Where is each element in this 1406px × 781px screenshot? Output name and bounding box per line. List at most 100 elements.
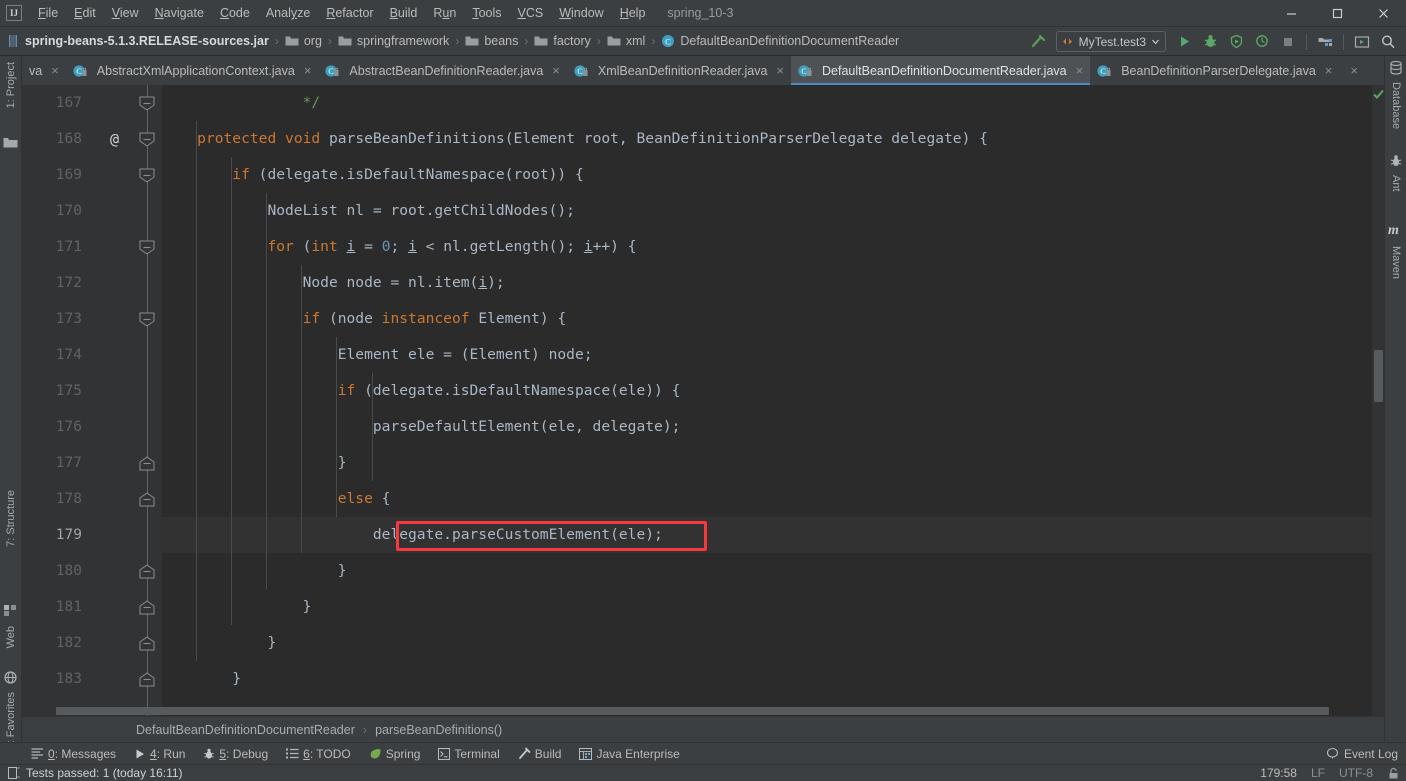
menu-item-edit[interactable]: Edit	[66, 3, 104, 23]
run-button[interactable]	[1172, 30, 1196, 54]
code-line[interactable]: }	[162, 661, 1384, 697]
fold-region-end-icon[interactable]	[139, 636, 156, 651]
code-line[interactable]: */	[162, 85, 1384, 121]
bottom-tool-0-messages[interactable]: 0: Messages	[22, 747, 125, 761]
code-line[interactable]: for (int i = 0; i < nl.getLength(); i++)…	[162, 229, 1384, 265]
code-text-area[interactable]: */ protected void parseBeanDefinitions(E…	[162, 85, 1384, 716]
fold-region-end-icon[interactable]	[139, 456, 156, 471]
fold-region-start-icon[interactable]	[139, 168, 156, 183]
menu-item-help[interactable]: Help	[612, 3, 654, 23]
line-number[interactable]: 170	[22, 193, 97, 229]
code-line[interactable]: parseDefaultElement(ele, delegate);	[162, 409, 1384, 445]
line-number[interactable]: 174	[22, 337, 97, 373]
sidebar-item-maven[interactable]: Maven	[1385, 242, 1406, 283]
bottom-tool-java-enterprise[interactable]: Java Enterprise	[570, 747, 688, 761]
line-number[interactable]: 173	[22, 301, 97, 337]
sidebar-item-structure[interactable]: 7: Structure	[0, 486, 22, 551]
code-line[interactable]: }	[162, 553, 1384, 589]
code-line[interactable]: if (delegate.isDefaultNamespace(ele)) {	[162, 373, 1384, 409]
bottom-tool-6-todo[interactable]: 6: TODO	[277, 747, 360, 761]
close-tab-icon[interactable]: ×	[776, 63, 784, 78]
code-line[interactable]: delegate.parseCustomElement(ele);	[162, 517, 1384, 553]
line-number[interactable]: 180	[22, 553, 97, 589]
bottom-tool-5-debug[interactable]: 5: Debug	[194, 747, 277, 761]
editor-tab-4[interactable]: C DefaultBeanDefinitionDocumentReader.jav…	[791, 56, 1091, 85]
breadcrumb-item-2[interactable]: springframework	[338, 34, 449, 48]
line-number[interactable]: 175	[22, 373, 97, 409]
editor-tab-3[interactable]: C XmlBeanDefinitionReader.java ×	[567, 56, 791, 85]
editor-gutter[interactable]: 167 168 169 170 171 172 173 174 175 176 177 178 179 1…	[22, 85, 162, 716]
search-icon[interactable]	[1376, 30, 1400, 54]
file-encoding[interactable]: UTF-8	[1339, 766, 1373, 780]
profiler-button[interactable]	[1250, 30, 1274, 54]
editor-tab-5[interactable]: C BeanDefinitionParserDelegate.java ×	[1090, 56, 1339, 85]
horizontal-scrollbar[interactable]	[22, 706, 1372, 716]
line-separator[interactable]: LF	[1311, 766, 1325, 780]
read-only-icon[interactable]	[1387, 767, 1400, 780]
close-tab-icon[interactable]: ×	[51, 63, 59, 78]
close-tab-icon[interactable]: ×	[1325, 63, 1333, 78]
menu-item-refactor[interactable]: Refactor	[318, 3, 381, 23]
line-number[interactable]: 176	[22, 409, 97, 445]
breadcrumb-item-0[interactable]: spring-beans-5.1.3.RELEASE-sources.jar	[6, 34, 269, 48]
code-line[interactable]: }	[162, 589, 1384, 625]
fold-region-end-icon[interactable]	[139, 600, 156, 615]
update-icon[interactable]	[1350, 30, 1374, 54]
debug-button[interactable]	[1198, 30, 1222, 54]
breadcrumb-item-4[interactable]: factory	[534, 34, 591, 48]
bottom-tool-terminal[interactable]: Terminal	[429, 747, 508, 761]
code-line[interactable]: NodeList nl = root.getChildNodes();	[162, 193, 1384, 229]
code-line[interactable]: Node node = nl.item(i);	[162, 265, 1384, 301]
menu-item-file[interactable]: File	[30, 3, 66, 23]
code-line[interactable]: if (delegate.isDefaultNamespace(root)) {	[162, 157, 1384, 193]
code-line[interactable]: protected void parseBeanDefinitions(Elem…	[162, 121, 1384, 157]
fold-region-end-icon[interactable]	[139, 492, 156, 507]
editor-breadcrumb[interactable]: DefaultBeanDefinitionDocumentReader › pa…	[22, 716, 1384, 742]
menu-item-code[interactable]: Code	[212, 3, 258, 23]
annotation-marker-icon[interactable]: @	[110, 121, 119, 157]
line-number[interactable]: 182	[22, 625, 97, 661]
menu-item-navigate[interactable]: Navigate	[147, 3, 212, 23]
breadcrumb-item-3[interactable]: beans	[465, 34, 518, 48]
fold-region-start-icon[interactable]	[139, 96, 156, 111]
editor-tab-0[interactable]: va ×	[22, 56, 66, 85]
breadcrumb-item-1[interactable]: org	[285, 34, 322, 48]
vertical-scrollbar-thumb[interactable]	[1374, 350, 1383, 402]
line-number[interactable]: 172	[22, 265, 97, 301]
build-hammer-icon[interactable]	[1026, 30, 1050, 54]
minimize-button[interactable]	[1268, 0, 1314, 27]
line-number[interactable]: 171	[22, 229, 97, 265]
fold-region-start-icon[interactable]	[139, 132, 156, 147]
fold-region-end-icon[interactable]	[139, 564, 156, 579]
event-log-button[interactable]: Event Log	[1326, 747, 1398, 761]
fold-region-start-icon[interactable]	[139, 312, 156, 327]
run-with-coverage-button[interactable]	[1224, 30, 1248, 54]
line-number[interactable]: 181	[22, 589, 97, 625]
line-number[interactable]: 177	[22, 445, 97, 481]
close-tab-icon[interactable]: ×	[552, 63, 560, 78]
menu-item-run[interactable]: Run	[425, 3, 464, 23]
project-structure-button[interactable]	[1313, 30, 1337, 54]
breadcrumb-item-5[interactable]: xml	[607, 34, 645, 48]
menu-item-build[interactable]: Build	[382, 3, 426, 23]
horizontal-scrollbar-thumb[interactable]	[56, 707, 1329, 715]
sidebar-item-web[interactable]: Web	[0, 622, 22, 652]
code-line[interactable]: }	[162, 625, 1384, 661]
bottom-tool-build[interactable]: Build	[509, 747, 571, 761]
line-number[interactable]: 179	[22, 517, 97, 553]
menu-item-tools[interactable]: Tools	[464, 3, 509, 23]
close-all-tabs-icon[interactable]: ×	[1339, 56, 1365, 85]
breadcrumb-item-6[interactable]: C DefaultBeanDefinitionDocumentReader	[661, 34, 899, 48]
menu-item-analyze[interactable]: Analyze	[258, 3, 318, 23]
close-tab-icon[interactable]: ×	[304, 63, 312, 78]
editor-tab-2[interactable]: C AbstractBeanDefinitionReader.java ×	[318, 56, 566, 85]
caret-position[interactable]: 179:58	[1260, 766, 1297, 780]
editor-tab-1[interactable]: C AbstractXmlApplicationContext.java ×	[66, 56, 319, 85]
code-line[interactable]: }	[162, 445, 1384, 481]
close-tab-icon[interactable]: ×	[1076, 63, 1084, 78]
line-number[interactable]: 168	[22, 121, 97, 157]
breadcrumb-class[interactable]: DefaultBeanDefinitionDocumentReader	[136, 723, 355, 737]
line-number[interactable]: 178	[22, 481, 97, 517]
menu-item-vcs[interactable]: VCS	[510, 3, 552, 23]
bottom-tool-4-run[interactable]: 4: Run	[125, 747, 194, 761]
